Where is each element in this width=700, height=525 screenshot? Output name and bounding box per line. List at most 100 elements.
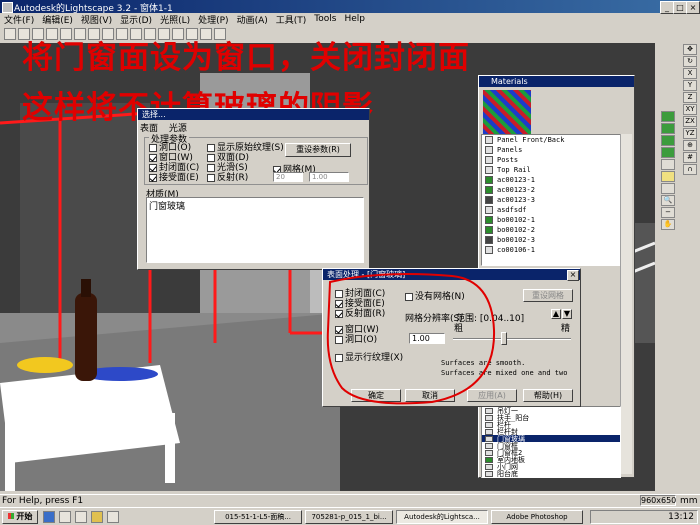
selection-dialog-title: 选择... <box>138 109 369 120</box>
zoom-out-icon[interactable]: − <box>661 207 675 218</box>
spin-up-button[interactable]: ▲ <box>551 309 561 319</box>
taskbar-item[interactable]: 015-51-1-L5-面稿... <box>214 510 302 524</box>
ie-icon[interactable] <box>43 511 55 523</box>
receiver-checkbox[interactable]: 接受面(E) <box>149 173 199 183</box>
reset-mesh-button[interactable]: 重设网格 <box>523 289 573 302</box>
dialog-close-button[interactable]: × <box>567 270 579 281</box>
list-item[interactable]: asdfsdf <box>482 205 620 215</box>
plane-yz-button[interactable]: YZ <box>683 128 697 139</box>
annotation-line-1: 将门窗面设为窗口，关闭封闭面 <box>22 40 470 76</box>
fine-label: 精 <box>561 324 571 334</box>
closed-face-checkbox[interactable]: 封闭面(C) <box>149 163 199 173</box>
surface-dialog-title: 表面处理 - [门窗玻璃] <box>327 270 406 279</box>
new-file-icon[interactable] <box>4 28 16 40</box>
layer-icon[interactable] <box>661 159 675 170</box>
start-label: 开始 <box>16 512 33 521</box>
cube-icon[interactable] <box>661 135 675 146</box>
mesh-value-field[interactable]: 1.00 <box>409 333 445 344</box>
apply-button[interactable]: 应用(A) <box>467 389 517 402</box>
closed-face-checkbox[interactable]: 封闭面(C) <box>335 289 403 299</box>
help-button[interactable]: 帮助(H) <box>523 389 573 402</box>
desktop-icon[interactable] <box>59 511 71 523</box>
spin-down-button[interactable]: ▼ <box>562 309 572 319</box>
list-item[interactable]: ac00123-1 <box>482 175 620 185</box>
menu-file[interactable]: 文件(F) <box>4 13 34 26</box>
cube-icon[interactable] <box>661 111 675 122</box>
magnet-icon[interactable]: ∩ <box>683 164 697 175</box>
process-params-group: 处理参数 洞口(O) 窗口(W) 封闭面(C) 接受面(E) 显示原始纹理(S)… <box>144 132 368 185</box>
taskbar-item-active[interactable]: Autodesk的Lightsca... <box>396 510 488 524</box>
move-icon[interactable]: ✥ <box>683 44 697 55</box>
original-texture-checkbox[interactable]: 显示原始纹理(S) <box>207 143 284 153</box>
material-field[interactable]: 门窗玻璃 <box>146 197 364 263</box>
ok-button[interactable]: 确定 <box>351 389 401 402</box>
receiver-checkbox[interactable]: 接受面(E) <box>335 299 403 309</box>
selection-dialog: 选择... 表面 光源 处理参数 洞口(O) 窗口(W) 封闭面(C) 接受面(… <box>137 108 370 270</box>
side-toolbar: 🔍 − ✋ <box>658 110 678 480</box>
mesh-value-field[interactable]: 1.00 <box>309 172 349 182</box>
menu-tools-cn[interactable]: 工具(T) <box>276 13 307 26</box>
menu-edit[interactable]: 编辑(E) <box>42 13 73 26</box>
list-item[interactable]: Panels <box>482 145 620 155</box>
opening-checkbox[interactable]: 洞口(O) <box>335 335 403 345</box>
list-item[interactable]: bo00102-3 <box>482 235 620 245</box>
app-icon <box>2 2 13 13</box>
plane-zx-button[interactable]: ZX <box>683 116 697 127</box>
cube-icon[interactable] <box>661 147 675 158</box>
menu-animation[interactable]: 动画(A) <box>237 13 268 26</box>
grid-icon[interactable]: # <box>683 152 697 163</box>
menu-tools[interactable]: Tools <box>314 14 336 24</box>
materials-scrollbar[interactable] <box>620 134 632 474</box>
qq-icon[interactable] <box>75 511 87 523</box>
plane-xy-button[interactable]: XY <box>683 104 697 115</box>
snap-icon[interactable]: ⊕ <box>683 140 697 151</box>
menu-view[interactable]: 视图(V) <box>81 13 112 26</box>
folder-icon[interactable] <box>91 511 103 523</box>
axis-y-button[interactable]: Y <box>683 80 697 91</box>
list-item[interactable]: ac00123-3 <box>482 195 620 205</box>
list-item[interactable]: Posts <box>482 155 620 165</box>
zoom-icon[interactable]: 🔍 <box>661 195 675 206</box>
menu-light[interactable]: 光照(L) <box>160 13 190 26</box>
show-texture-checkbox[interactable]: 显示行纹理(X) <box>335 353 403 363</box>
menu-display[interactable]: 显示(D) <box>120 13 152 26</box>
list-item[interactable]: Panel Front/Back <box>482 135 620 145</box>
opening-checkbox[interactable]: 洞口(O) <box>149 143 199 153</box>
window-checkbox[interactable]: 窗口(W) <box>149 153 199 163</box>
cube-icon[interactable] <box>661 123 675 134</box>
list-item[interactable]: co00106-1 <box>482 245 620 255</box>
list-item[interactable]: bo00102-1 <box>482 215 620 225</box>
taskbar-item[interactable]: Adobe Photoshop <box>491 510 583 524</box>
coarse-label: 粗 <box>454 324 464 334</box>
mesh-slider-track[interactable] <box>453 338 571 340</box>
light-icon[interactable] <box>661 171 675 182</box>
rotate-view-icon[interactable]: ↻ <box>683 56 697 67</box>
menu-process[interactable]: 处理(P) <box>198 13 228 26</box>
list-item[interactable]: Top Rail <box>482 165 620 175</box>
materials-list[interactable]: Panel Front/Back Panels Posts Top Rail a… <box>481 134 621 266</box>
system-tray: 13:12 <box>590 510 698 524</box>
list-item[interactable]: bo00102-2 <box>482 225 620 235</box>
list-item[interactable]: 阳台底 <box>482 470 620 477</box>
no-mesh-checkbox[interactable]: 没有网格(N) <box>405 289 465 302</box>
mesh-slider-thumb[interactable] <box>501 332 507 345</box>
title-bar: Autodesk的Lightscape 3.2 - 窗体1-1 _ □ × <box>0 0 700 14</box>
camera-icon[interactable] <box>661 183 675 194</box>
materials-title: Materials <box>479 76 634 87</box>
reset-params-button[interactable]: 重设参数(R) <box>285 143 351 157</box>
surface-dialog-titlebar: 表面处理 - [门窗玻璃] × <box>323 269 580 281</box>
window-checkbox[interactable]: 窗口(W) <box>335 325 403 335</box>
materials-lower-list[interactable]: 吊灯一 扶手_阳台 栏杆 栏杆封 门窗玻璃 门窗框 门窗框2 室内地板 小门网 … <box>481 406 621 478</box>
taskbar-item[interactable]: 705281-p_015_1_bi... <box>305 510 393 524</box>
pan-icon[interactable]: ✋ <box>661 219 675 230</box>
list-item[interactable]: ac00123-2 <box>482 185 620 195</box>
app-icon[interactable] <box>107 511 119 523</box>
taskbar: 开始 015-51-1-L5-面稿... 705281-p_015_1_bi..… <box>0 507 700 525</box>
axis-x-button[interactable]: X <box>683 68 697 79</box>
reflect-checkbox[interactable]: 反射面(R) <box>335 309 403 319</box>
mesh-select[interactable]: 20 <box>273 172 303 182</box>
axis-z-button[interactable]: Z <box>683 92 697 103</box>
menu-help[interactable]: Help <box>344 14 365 24</box>
start-button[interactable]: 开始 <box>2 510 38 524</box>
cancel-button[interactable]: 取消 <box>405 389 455 402</box>
